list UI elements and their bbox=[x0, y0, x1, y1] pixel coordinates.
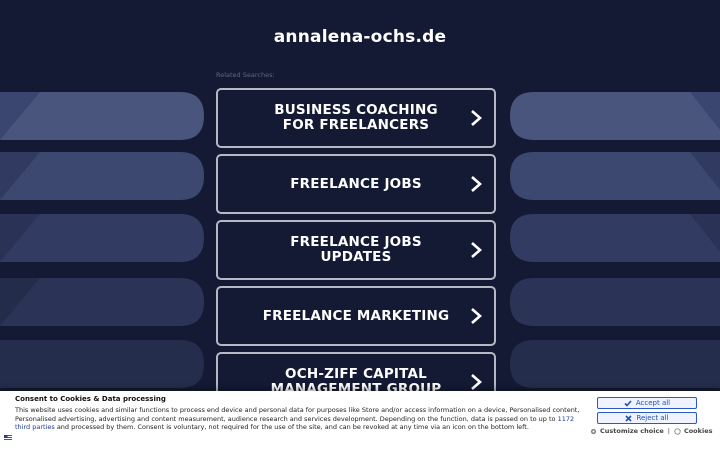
chevron-right-icon bbox=[471, 176, 482, 192]
chevron-right-icon bbox=[471, 308, 482, 324]
us-flag-icon[interactable] bbox=[4, 435, 12, 441]
related-link-label: FREELANCE MARKETING bbox=[262, 307, 450, 324]
related-link-business-coaching[interactable]: BUSINESS COACHING FOR FREELANCERS bbox=[216, 88, 496, 148]
chevron-right-icon bbox=[471, 374, 482, 390]
related-link-freelance-jobs-updates[interactable]: FREELANCE JOBS UPDATES bbox=[216, 220, 496, 280]
cookie-consent-banner: Consent to Cookies & Data processing Thi… bbox=[0, 391, 720, 450]
accept-all-label: Accept all bbox=[635, 399, 671, 407]
related-link-label: FREELANCE JOBS bbox=[290, 175, 422, 192]
reject-all-label: Reject all bbox=[636, 414, 669, 422]
cookies-link[interactable]: Cookies bbox=[674, 427, 713, 435]
related-link-label: BUSINESS COACHING FOR FREELANCERS bbox=[274, 102, 438, 133]
check-icon bbox=[624, 399, 632, 407]
chevron-right-icon bbox=[471, 110, 482, 126]
consent-options: Customize choice | Cookies bbox=[590, 427, 712, 435]
related-link-freelance-jobs[interactable]: FREELANCE JOBS bbox=[216, 154, 496, 214]
options-separator: | bbox=[667, 427, 670, 435]
reject-all-button[interactable]: Reject all bbox=[597, 412, 697, 424]
x-icon bbox=[625, 414, 633, 422]
consent-text: This website uses cookies and similar fu… bbox=[15, 406, 585, 432]
related-searches-heading: Related Searches: bbox=[216, 71, 275, 79]
cookie-icon bbox=[674, 427, 681, 435]
customize-choice-label: Customize choice bbox=[600, 427, 664, 435]
cookies-label: Cookies bbox=[683, 427, 713, 435]
gear-icon bbox=[590, 428, 597, 434]
consent-text-part1: This website uses cookies and similar fu… bbox=[15, 406, 580, 423]
consent-text-part2: and processed by them. Consent is volunt… bbox=[54, 423, 529, 431]
accept-all-button[interactable]: Accept all bbox=[597, 397, 697, 409]
customize-choice-link[interactable]: Customize choice bbox=[590, 427, 664, 435]
related-link-freelance-marketing[interactable]: FREELANCE MARKETING bbox=[216, 286, 496, 346]
related-link-label: FREELANCE JOBS UPDATES bbox=[290, 234, 422, 265]
consent-title: Consent to Cookies & Data processing bbox=[15, 395, 166, 403]
site-title: annalena-ochs.de bbox=[273, 27, 447, 47]
chevron-right-icon bbox=[471, 242, 482, 258]
